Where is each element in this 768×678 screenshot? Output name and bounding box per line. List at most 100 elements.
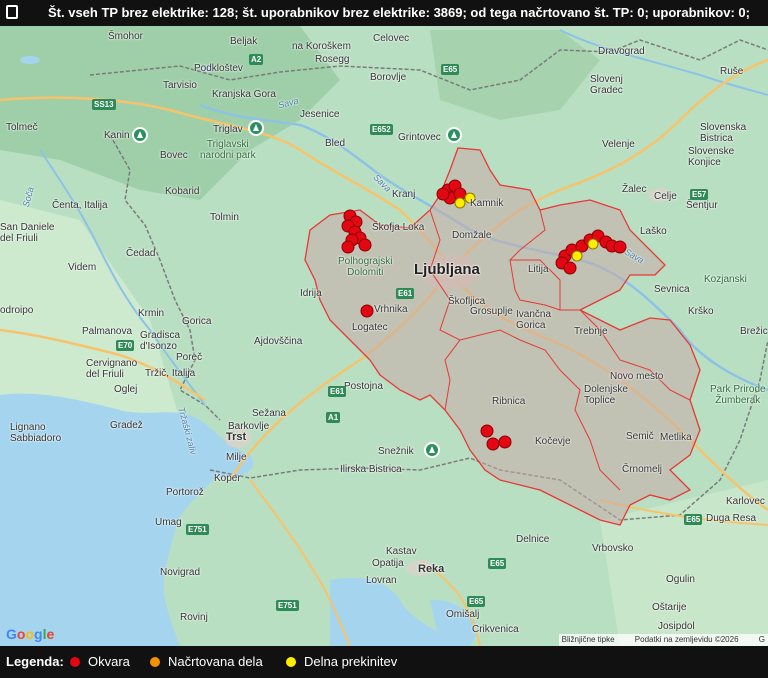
map-label: Cervignano del Friuli (86, 358, 138, 380)
map-label: Jesenice (300, 109, 340, 120)
map-label: Trst (226, 431, 247, 443)
marker-okvara[interactable] (358, 238, 372, 252)
marker-okvara[interactable] (480, 424, 494, 438)
map-label: Umag (155, 517, 182, 528)
road-shield: E61 (328, 386, 347, 397)
map-label: Tarvisio (163, 80, 197, 91)
legend-item-delna-prekinitev: Delna prekinitev (286, 646, 397, 678)
map-label: Poreč (176, 352, 203, 363)
map-label: Karlovec (726, 496, 765, 507)
map-label: Lignano Sabbiadoro (10, 422, 62, 444)
map-label: Josipdol (658, 621, 695, 632)
map-label: Kranjska Gora (212, 89, 276, 100)
road-shield: SS13 (92, 99, 116, 110)
map-data-link[interactable]: Podatki na zemljevidu ©2026 (635, 635, 739, 644)
tablet-icon (6, 5, 18, 19)
map-label: Domžale (452, 230, 492, 241)
map-label: Oglej (114, 384, 138, 395)
map-label-capital: Ljubljana (414, 261, 480, 278)
map-attribution: Bližnjične tipke Podatki na zemljevidu ©… (558, 634, 768, 646)
map-label: Slovenska Bistrica (700, 122, 747, 144)
map-label: Celovec (373, 33, 410, 44)
map-label: Novo mesto (610, 371, 664, 382)
map-label: Brežic (740, 326, 768, 337)
status-bar: Št. vseh TP brez elektrike: 128; št. upo… (0, 0, 768, 26)
map-label-park: Triglavski narodni park (200, 139, 256, 161)
marker-delna-prekinitev[interactable] (587, 238, 599, 250)
map-label: Tržič, Italija (145, 368, 196, 379)
map-label: Beljak (230, 36, 258, 47)
map-label: Vrbovsko (592, 543, 634, 554)
map-label: Snežnik (378, 446, 414, 457)
map-label: Sežana (252, 408, 286, 419)
map-label: Idrija (300, 288, 322, 299)
road-shield: E65 (467, 596, 486, 607)
yellow-dot-icon (286, 656, 296, 667)
road-shield: E57 (690, 189, 709, 200)
map-label: Slovenske Konjice (688, 146, 735, 168)
map-label: Kranj (392, 189, 416, 200)
map-label: Celje (654, 191, 677, 202)
map-label: Gradisca d'Isonzo (140, 330, 181, 352)
marker-delna-prekinitev[interactable] (571, 250, 583, 262)
map-label: Kočevje (535, 436, 571, 447)
map-label: Laško (640, 226, 667, 237)
map-label: Portorož (166, 487, 204, 498)
map-label: Logatec (352, 322, 388, 333)
status-text: Št. vseh TP brez elektrike: 128; št. upo… (48, 5, 750, 20)
map-label: Opatija (372, 558, 404, 569)
map-label: Lovran (366, 575, 397, 586)
marker-okvara[interactable] (486, 437, 500, 451)
marker-okvara[interactable] (563, 261, 577, 275)
map-label: Krmin (138, 308, 165, 319)
mountain-pin-icon (132, 127, 148, 143)
map-label: Gorica (182, 316, 212, 327)
map-label: Postojna (344, 381, 383, 392)
map-label: Borovlje (370, 72, 407, 83)
map-label: Trebnje (574, 326, 608, 337)
map-label: odroipo (0, 305, 34, 316)
road-shield: E65 (488, 558, 507, 569)
road-shield: E751 (276, 600, 299, 611)
red-dot-icon (70, 656, 80, 667)
outage-map[interactable]: Beljak Celovec Šmohor Podkloštev na Koro… (0, 26, 768, 646)
map-label: Kobarid (165, 186, 200, 197)
map-label: Krško (688, 306, 714, 317)
map-label: Škofja Loka (372, 222, 425, 233)
road-shield: E65 (684, 514, 703, 525)
marker-okvara[interactable] (436, 187, 450, 201)
marker-delna-prekinitev[interactable] (454, 197, 466, 209)
map-label: Velenje (602, 139, 635, 150)
map-label-park: Polhograjski Dolomiti (338, 256, 393, 278)
map-label: Šmohor (108, 31, 144, 42)
map-label: Dolenjske Toplice (584, 384, 628, 406)
lake-ossiach (20, 56, 40, 64)
mountain-pin-icon (248, 120, 264, 136)
marker-okvara[interactable] (498, 435, 512, 449)
marker-okvara[interactable] (341, 240, 355, 254)
map-label: Omišalj (446, 609, 480, 620)
map-label: Videm (68, 262, 97, 273)
map-label-park: Kozjanski (704, 274, 747, 285)
map-label: Litija (528, 264, 549, 275)
marker-okvara[interactable] (360, 304, 374, 318)
map-label: Reka (418, 563, 445, 575)
legend-item-okvara: Okvara (70, 646, 130, 678)
map-attribution-g: G (758, 635, 765, 644)
map-label: Ilirska Bistrica (340, 464, 402, 475)
legend-bar: Legenda: Okvara Načrtovana dela Delna pr… (0, 646, 768, 678)
keyboard-shortcuts-link[interactable]: Bližnjične tipke (562, 635, 615, 644)
map-label: Crikvenica (472, 624, 519, 635)
map-label: Ajdovščina (254, 336, 303, 347)
map-label: Ruše (720, 66, 744, 77)
map-label: Tolmeč (6, 122, 38, 133)
road-shield: A1 (326, 412, 341, 423)
mountain-pin-icon (446, 127, 462, 143)
map-label: Delnice (516, 534, 550, 545)
map-label: Vrhnika (374, 304, 408, 315)
legend-title: Legenda: (6, 654, 64, 669)
google-logo: Google (6, 626, 55, 642)
map-label: Milje (226, 452, 247, 463)
map-label: Semič (626, 431, 654, 442)
map-label: Kastav (386, 546, 417, 557)
